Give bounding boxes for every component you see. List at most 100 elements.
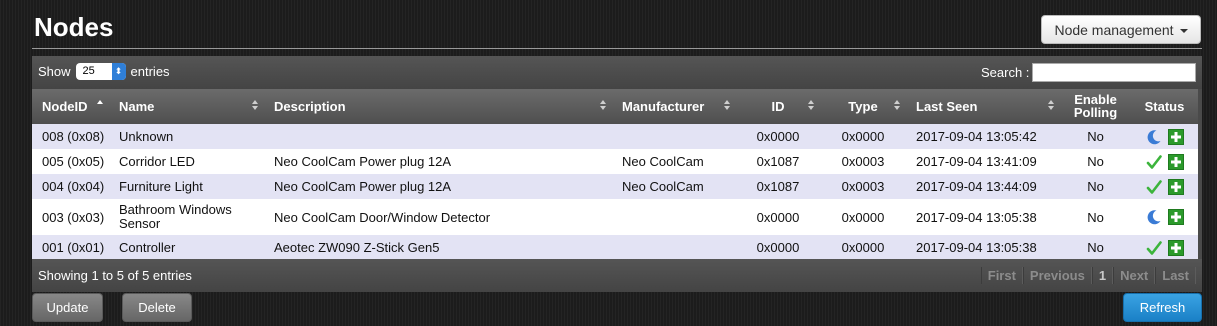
add-icon[interactable]: [1167, 178, 1184, 195]
cell-name: Furniture Light: [109, 174, 264, 199]
table-header-row: NodeID Name Description Manufacturer ID …: [32, 89, 1198, 124]
cell-description: Aeotec ZW090 Z-Stick Gen5: [264, 235, 612, 260]
table-body: 008 (0x08) Unknown 0x0000 0x0000 2017-09-04 …: [32, 124, 1198, 260]
cell-id: 0x1087: [736, 149, 820, 174]
cell-name: Bathroom Windows Sensor: [109, 199, 264, 235]
cell-description: Neo CoolCam Door/Window Detector: [264, 199, 612, 235]
cell-type: 0x0000: [820, 199, 906, 235]
cell-id: 0x0000: [736, 199, 820, 235]
table-row[interactable]: 003 (0x03) Bathroom Windows Sensor Neo Coo…: [32, 199, 1198, 235]
cell-name: Controller: [109, 235, 264, 260]
nodes-table: NodeID Name Description Manufacturer ID …: [32, 89, 1198, 260]
table-row[interactable]: 008 (0x08) Unknown 0x0000 0x0000 2017-09-04 …: [32, 124, 1198, 149]
cell-manufacturer: Neo CoolCam: [612, 174, 736, 199]
node-management-label: Node management: [1054, 21, 1174, 38]
cell-last-seen: 2017-09-04 13:44:09: [906, 174, 1060, 199]
cell-manufacturer: [612, 199, 736, 235]
refresh-button[interactable]: Refresh: [1123, 293, 1202, 322]
cell-nodeid: 001 (0x01): [32, 235, 109, 260]
table-controls: Show 25 ⬍ entries Search :: [32, 56, 1202, 89]
cell-description: Neo CoolCam Power plug 12A: [264, 174, 612, 199]
cell-type: 0x0003: [820, 149, 906, 174]
node-management-button[interactable]: Node management: [1041, 15, 1201, 44]
page-first-button[interactable]: First: [980, 267, 1023, 284]
cell-nodeid: 005 (0x05): [32, 149, 109, 174]
delete-button[interactable]: Delete: [122, 293, 192, 322]
page-next-button[interactable]: Next: [1113, 267, 1156, 284]
sort-icon: [808, 100, 814, 112]
page-size-select[interactable]: 25 ⬍: [75, 63, 126, 80]
page-1-button[interactable]: 1: [1091, 267, 1114, 284]
cell-status: [1131, 124, 1198, 149]
cell-last-seen: 2017-09-04 13:05:38: [906, 199, 1060, 235]
cell-nodeid: 004 (0x04): [32, 174, 109, 199]
cell-manufacturer: [612, 235, 736, 260]
entries-label: entries: [130, 64, 170, 79]
cell-status: [1131, 174, 1198, 199]
moon-icon: [1146, 129, 1162, 145]
column-header-id[interactable]: ID: [736, 89, 820, 124]
sort-icon: [894, 100, 900, 112]
cell-status: [1131, 149, 1198, 174]
nodes-table-panel: Show 25 ⬍ entries Search : NodeID Name D…: [32, 56, 1202, 292]
search-control: Search :: [981, 63, 1197, 82]
cell-enable-polling: No: [1060, 124, 1131, 149]
column-header-name[interactable]: Name: [109, 89, 264, 124]
add-icon[interactable]: [1167, 128, 1184, 145]
page-last-button[interactable]: Last: [1155, 267, 1196, 284]
table-info: Showing 1 to 5 of 5 entries: [38, 268, 192, 283]
column-header-last-seen[interactable]: Last Seen: [906, 89, 1060, 124]
cell-enable-polling: No: [1060, 149, 1131, 174]
add-icon[interactable]: [1167, 153, 1184, 170]
cell-status: [1131, 199, 1198, 235]
sort-icon: [1048, 100, 1054, 112]
cell-type: 0x0003: [820, 174, 906, 199]
cell-manufacturer: [612, 124, 736, 149]
column-header-description[interactable]: Description: [264, 89, 612, 124]
cell-type: 0x0000: [820, 235, 906, 260]
cell-nodeid: 003 (0x03): [32, 199, 109, 235]
show-label: Show: [38, 64, 71, 79]
cell-enable-polling: No: [1060, 235, 1131, 260]
add-icon[interactable]: [1167, 239, 1184, 256]
sort-icon: [252, 100, 258, 112]
check-icon: [1146, 179, 1162, 195]
sort-icon: [600, 100, 606, 112]
cell-id: 0x0000: [736, 235, 820, 260]
page-size-value: 25: [82, 65, 95, 77]
update-button[interactable]: Update: [32, 293, 103, 322]
check-icon: [1146, 154, 1162, 170]
cell-nodeid: 008 (0x08): [32, 124, 109, 149]
cell-description: [264, 124, 612, 149]
cell-status: [1131, 235, 1198, 260]
cell-description: Neo CoolCam Power plug 12A: [264, 149, 612, 174]
sort-asc-icon: [97, 100, 103, 112]
cell-manufacturer: Neo CoolCam: [612, 149, 736, 174]
cell-enable-polling: No: [1060, 199, 1131, 235]
page-previous-button[interactable]: Previous: [1022, 267, 1092, 284]
table-row[interactable]: 001 (0x01) Controller Aeotec ZW090 Z-Stick…: [32, 235, 1198, 260]
search-label: Search :: [981, 65, 1030, 80]
pagination: First Previous 1 Next Last: [980, 267, 1196, 284]
column-header-type[interactable]: Type: [820, 89, 906, 124]
cell-name: Corridor LED: [109, 149, 264, 174]
cell-type: 0x0000: [820, 124, 906, 149]
sort-icon: [724, 100, 730, 112]
check-icon: [1146, 240, 1162, 256]
add-icon[interactable]: [1167, 209, 1184, 226]
table-row[interactable]: 005 (0x05) Corridor LED Neo CoolCam Power …: [32, 149, 1198, 174]
column-header-enable-polling[interactable]: Enable Polling: [1060, 89, 1131, 124]
caret-down-icon: [1179, 28, 1188, 33]
cell-last-seen: 2017-09-04 13:41:09: [906, 149, 1060, 174]
column-header-manufacturer[interactable]: Manufacturer: [612, 89, 736, 124]
title-divider: [32, 48, 1202, 49]
search-input[interactable]: [1032, 63, 1197, 82]
cell-name: Unknown: [109, 124, 264, 149]
cell-id: 0x0000: [736, 124, 820, 149]
table-footer: Showing 1 to 5 of 5 entries First Previo…: [32, 259, 1202, 292]
column-header-status[interactable]: Status: [1131, 89, 1198, 124]
page-title: Nodes: [34, 12, 114, 42]
cell-last-seen: 2017-09-04 13:05:42: [906, 124, 1060, 149]
column-header-nodeid[interactable]: NodeID: [32, 89, 109, 124]
table-row[interactable]: 004 (0x04) Furniture Light Neo CoolCam Pow…: [32, 174, 1198, 199]
